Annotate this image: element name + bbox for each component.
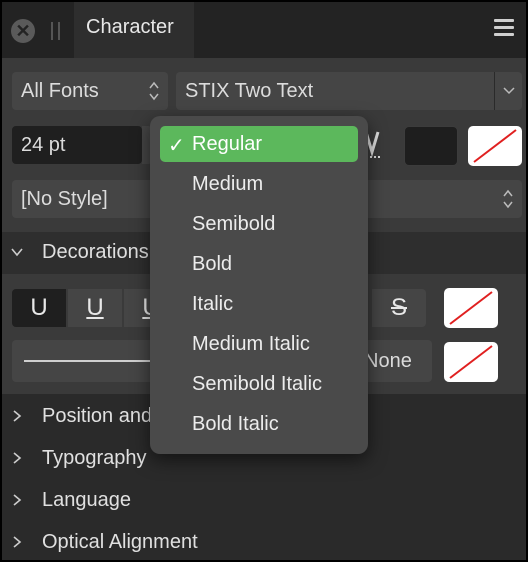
font-style-option-semibold[interactable]: Semibold: [160, 206, 358, 242]
no-color-icon: [449, 345, 493, 379]
strikethrough-button[interactable]: S: [372, 289, 426, 327]
chevron-right-icon: [13, 410, 22, 422]
strikethrough-glyph: S: [390, 294, 407, 321]
font-style-option-label: Regular: [192, 133, 263, 155]
panel-titlebar: ✕ Character: [2, 2, 526, 58]
no-color-icon: [449, 291, 493, 325]
drag-handle-icon[interactable]: [51, 22, 61, 40]
underline-glyph: U: [86, 294, 104, 321]
panel-menu-icon[interactable]: [494, 19, 514, 37]
updown-chevron-icon: [149, 81, 159, 101]
chevron-down-icon: [503, 87, 515, 95]
font-style-option-regular[interactable]: ✓ Regular: [160, 126, 358, 162]
updown-chevron-icon: [503, 189, 513, 209]
font-style-option-label: Semibold: [192, 213, 276, 235]
decorations-label: Decorations: [42, 241, 149, 263]
font-family-value: STIX Two Text: [185, 80, 314, 102]
checkmark-icon: ✓: [168, 135, 185, 157]
no-underline-button[interactable]: U: [12, 289, 66, 327]
font-style-option-label: Bold: [192, 253, 233, 275]
font-family-combobox[interactable]: STIX Two Text: [176, 72, 522, 110]
line-preview: [24, 360, 150, 362]
chevron-right-icon: [13, 536, 22, 548]
no-color-icon: [473, 129, 517, 163]
tab-character-label: Character: [86, 16, 174, 38]
text-stroke-color-swatch[interactable]: [468, 126, 522, 166]
font-style-option-label: Medium Italic: [192, 333, 310, 355]
font-style-option-semibold-italic[interactable]: Semibold Italic: [160, 366, 358, 402]
character-style-value: [No Style]: [21, 188, 108, 210]
font-collection-select[interactable]: All Fonts: [12, 72, 168, 110]
font-style-option-bold-italic[interactable]: Bold Italic: [160, 406, 358, 442]
optical-alignment-section-header[interactable]: Optical Alignment: [2, 522, 526, 560]
font-style-option-medium[interactable]: Medium: [160, 166, 358, 202]
font-size-value: 24 pt: [21, 134, 66, 156]
typography-section-label: Typography: [42, 447, 147, 469]
font-style-option-label: Semibold Italic: [192, 373, 323, 395]
language-section-header[interactable]: Language: [2, 480, 526, 522]
language-section-label: Language: [42, 489, 131, 511]
font-style-option-label: Medium: [192, 173, 264, 195]
close-panel-button[interactable]: ✕: [11, 19, 35, 43]
font-style-option-italic[interactable]: Italic: [160, 286, 358, 322]
font-style-option-bold[interactable]: Bold: [160, 246, 358, 282]
close-icon: ✕: [15, 21, 31, 41]
font-style-option-label: Bold Italic: [192, 413, 279, 435]
font-collection-value: All Fonts: [21, 80, 99, 102]
text-fill-color-swatch[interactable]: [404, 126, 458, 166]
chevron-down-icon: [11, 248, 23, 257]
line-style-value: None: [364, 350, 412, 372]
font-size-field[interactable]: 24 pt: [12, 126, 142, 164]
font-style-option-label: Italic: [192, 293, 234, 315]
line-color-swatch[interactable]: [444, 342, 498, 382]
decoration-color-swatch[interactable]: [444, 288, 498, 328]
character-panel: ✕ Character All Fonts STIX Two Text 24 p…: [2, 2, 526, 560]
tab-character[interactable]: Character: [74, 2, 194, 58]
font-family-dropdown-button[interactable]: [494, 72, 522, 110]
chevron-right-icon: [13, 494, 22, 506]
single-underline-button[interactable]: U: [68, 289, 122, 327]
position-section-label: Position and: [42, 405, 153, 427]
font-style-option-medium-italic[interactable]: Medium Italic: [160, 326, 358, 362]
font-style-dropdown: ✓ Regular Medium Semibold Bold Italic Me…: [150, 116, 368, 454]
optical-alignment-section-label: Optical Alignment: [42, 531, 198, 553]
underline-glyph: U: [30, 294, 48, 321]
chevron-right-icon: [13, 452, 22, 464]
